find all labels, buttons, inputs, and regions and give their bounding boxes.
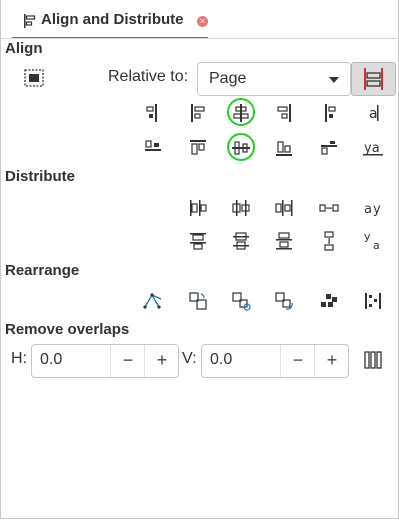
distribute-bottom-edges-icon[interactable]: [272, 229, 296, 253]
vertical-gap-increment-button[interactable]: +: [314, 345, 349, 377]
relative-to-select[interactable]: Page: [197, 62, 351, 96]
tab-divider: [0, 38, 399, 39]
randomize-positions-icon[interactable]: [317, 289, 341, 313]
highlight-circle: [227, 98, 255, 126]
relative-to-label: Relative to:: [108, 68, 189, 85]
align-text-anchors-vertical-icon[interactable]: a: [361, 101, 385, 125]
align-text-baseline-horizontal-icon[interactable]: ya: [361, 136, 385, 160]
align-left-edges-to-right-icon[interactable]: [317, 101, 341, 125]
horizontal-gap-value[interactable]: 0.0: [40, 351, 62, 369]
align-top-edges-icon[interactable]: [186, 136, 210, 160]
section-distribute: Distribute: [5, 168, 76, 185]
exchange-positions-clockwise-icon[interactable]: [272, 289, 296, 313]
distribute-left-edges-icon[interactable]: [186, 196, 210, 220]
vertical-gap-label: V:: [182, 350, 197, 367]
horizontal-gap-increment-button[interactable]: +: [144, 345, 179, 377]
svg-text:y: y: [364, 230, 371, 243]
align-top-to-bottom-icon[interactable]: [317, 136, 341, 160]
distribute-centers-horizontally-icon[interactable]: [229, 196, 253, 220]
svg-text:y: y: [373, 202, 381, 217]
vertical-gap-value[interactable]: 0.0: [210, 351, 232, 369]
graph-layout-icon[interactable]: [141, 289, 165, 313]
make-vertical-gaps-equal-icon[interactable]: [317, 229, 341, 253]
remove-overlaps-icon[interactable]: [361, 348, 385, 372]
move-selection-as-group-toggle[interactable]: [351, 62, 396, 96]
vertical-gap-spinbox[interactable]: 0.0 − +: [201, 344, 349, 378]
align-bottom-to-top-icon[interactable]: [141, 136, 165, 160]
unclump-objects-icon[interactable]: [361, 289, 385, 313]
svg-text:a: a: [364, 202, 372, 217]
horizontal-gap-decrement-button[interactable]: −: [110, 345, 145, 377]
section-rearrange: Rearrange: [5, 262, 80, 279]
close-icon[interactable]: ×: [197, 16, 208, 27]
make-horizontal-gaps-equal-icon[interactable]: [317, 196, 341, 220]
section-align: Align: [5, 40, 43, 57]
distribute-centers-vertically-icon[interactable]: [229, 229, 253, 253]
svg-text:a: a: [373, 239, 380, 252]
align-right-edges-icon[interactable]: [272, 101, 296, 125]
relative-to-value: Page: [209, 70, 247, 87]
svg-text:a: a: [369, 106, 378, 122]
align-tab-icon: [24, 14, 36, 28]
chevron-down-icon: [329, 77, 339, 83]
treat-selection-as-group-icon[interactable]: [22, 66, 46, 90]
exchange-positions-selection-order-icon[interactable]: [186, 289, 210, 313]
align-right-edges-to-left-icon[interactable]: [141, 101, 165, 125]
distribute-top-edges-icon[interactable]: [186, 229, 210, 253]
horizontal-gap-label: H:: [11, 350, 27, 367]
tab-title: Align and Distribute: [41, 11, 184, 28]
distribute-text-anchors-vertically-icon[interactable]: ya: [361, 229, 385, 253]
highlight-circle: [227, 133, 255, 161]
exchange-positions-stacking-order-icon[interactable]: [229, 289, 253, 313]
vertical-gap-decrement-button[interactable]: −: [280, 345, 315, 377]
distribute-right-edges-icon[interactable]: [272, 196, 296, 220]
section-remove-overlaps: Remove overlaps: [5, 321, 130, 338]
align-left-edges-icon[interactable]: [186, 101, 210, 125]
distribute-text-anchors-horizontally-icon[interactable]: ay: [361, 196, 385, 220]
align-bottom-edges-icon[interactable]: [272, 136, 296, 160]
tab-align-distribute[interactable]: Align and Distribute ×: [12, 4, 208, 39]
svg-text:ya: ya: [364, 141, 380, 156]
horizontal-gap-spinbox[interactable]: 0.0 − +: [31, 344, 179, 378]
